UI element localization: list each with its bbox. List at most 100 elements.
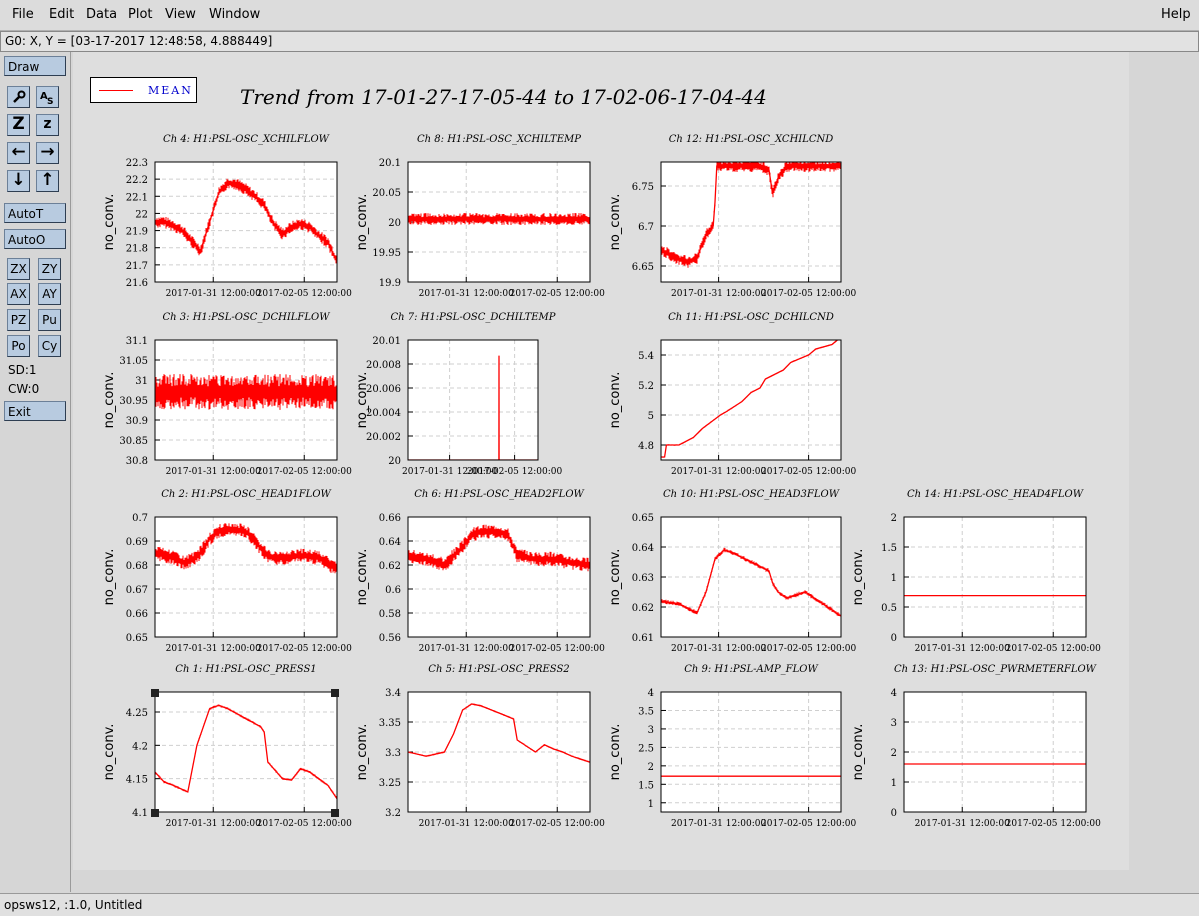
y-tick-label: 30.9 bbox=[126, 416, 148, 427]
y-tick-label: 6.7 bbox=[638, 222, 654, 233]
y-tick-label: 19.9 bbox=[379, 278, 401, 289]
y-axis-label: no_conv. bbox=[102, 372, 117, 429]
y-tick-label: 30.8 bbox=[126, 456, 148, 467]
y-tick-label: 20.1 bbox=[379, 158, 401, 169]
x-tick-label: 2017-01-31 12:00:00 bbox=[166, 819, 261, 829]
y-axis-label: no_conv. bbox=[355, 549, 370, 606]
x-tick-label: 2017-01-31 12:00:00 bbox=[166, 289, 261, 299]
y-tick-label: 3.2 bbox=[385, 808, 401, 819]
y-tick-label: 21.7 bbox=[126, 261, 148, 272]
x-tick-label: 2017-01-31 12:00:00 bbox=[915, 644, 1010, 654]
y-tick-label: 4.15 bbox=[126, 775, 148, 786]
y-tick-label: 6.65 bbox=[632, 262, 654, 273]
y-tick-label: 0.5 bbox=[881, 603, 897, 614]
y-axis-label: no_conv. bbox=[851, 549, 866, 606]
y-tick-label: 21.9 bbox=[126, 227, 148, 238]
chart-title: Ch 3: H1:PSL-OSC_DCHILFLOW bbox=[163, 312, 331, 323]
y-tick-label: 4 bbox=[648, 688, 654, 699]
x-tick-label: 2017-02-05 12:00:00 bbox=[761, 819, 856, 829]
x-tick-label: 2017-02-05 12:00:00 bbox=[510, 289, 605, 299]
y-tick-label: 0.6 bbox=[385, 585, 401, 596]
y-tick-label: 3.3 bbox=[385, 748, 401, 759]
y-tick-label: 4.1 bbox=[132, 808, 148, 819]
y-tick-label: 20.004 bbox=[366, 408, 401, 419]
x-tick-label: 2017-01-31 12:00:00 bbox=[671, 819, 766, 829]
plot-area bbox=[661, 517, 841, 637]
x-tick-label: 2017-02-05 12:00:00 bbox=[1006, 644, 1101, 654]
y-tick-label: 30.85 bbox=[119, 436, 148, 447]
y-tick-label: 0.62 bbox=[632, 603, 654, 614]
y-tick-label: 0 bbox=[891, 633, 897, 644]
x-tick-label: 2017-02-05 12:00:00 bbox=[761, 289, 856, 299]
y-tick-label: 1.5 bbox=[881, 543, 897, 554]
y-tick-label: 3.5 bbox=[638, 706, 654, 717]
y-tick-label: 0.61 bbox=[632, 633, 654, 644]
selection-handle[interactable] bbox=[151, 689, 159, 697]
y-tick-label: 3.25 bbox=[379, 778, 401, 789]
y-tick-label: 22.1 bbox=[126, 192, 148, 203]
chart-title: Ch 12: H1:PSL-OSC_XCHILCND bbox=[669, 134, 834, 145]
x-tick-label: 2017-01-31 12:00:00 bbox=[419, 819, 514, 829]
y-axis-label: no_conv. bbox=[608, 372, 623, 429]
selection-handle[interactable] bbox=[331, 689, 339, 697]
y-tick-label: 4 bbox=[891, 688, 897, 699]
y-tick-label: 21.8 bbox=[126, 244, 148, 255]
y-tick-label: 0.65 bbox=[126, 633, 148, 644]
x-tick-label: 2017-01-31 12:00:00 bbox=[419, 289, 514, 299]
y-tick-label: 2 bbox=[891, 513, 897, 524]
y-tick-label: 0.64 bbox=[632, 543, 654, 554]
x-tick-label: 2017-02-05 12:00:00 bbox=[257, 644, 352, 654]
y-tick-label: 22.2 bbox=[126, 175, 148, 186]
x-tick-label: 2017-01-31 12:00:00 bbox=[671, 467, 766, 477]
y-tick-label: 4.8 bbox=[638, 441, 654, 452]
selection-handle[interactable] bbox=[331, 809, 339, 817]
y-tick-label: 22 bbox=[135, 209, 148, 220]
y-tick-label: 20 bbox=[388, 218, 401, 229]
y-tick-label: 0.66 bbox=[379, 513, 401, 524]
plot-area bbox=[155, 162, 337, 282]
chart-panel: Ch 12: H1:PSL-OSC_XCHILCND 6.75 6.7 6.65 201… bbox=[608, 134, 856, 299]
y-tick-label: 3.4 bbox=[385, 688, 401, 699]
y-axis-label: no_conv. bbox=[102, 724, 117, 781]
chart-panel: Ch 7: H1:PSL-OSC_DCHILTEMP 20.01 20.008 20.… bbox=[355, 312, 562, 477]
y-tick-label: 0.65 bbox=[632, 513, 654, 524]
y-tick-label: 3.35 bbox=[379, 718, 401, 729]
y-axis-label: no_conv. bbox=[355, 194, 370, 251]
chart-title: Ch 1: H1:PSL-OSC_PRESS1 bbox=[175, 664, 316, 675]
chart-title: Ch 8: H1:PSL-OSC_XCHILTEMP bbox=[417, 134, 581, 145]
y-tick-label: 20.05 bbox=[372, 188, 401, 199]
x-tick-label: 2017-01-31 12:00:00 bbox=[915, 819, 1010, 829]
x-tick-label: 2017-02-05 12:00:00 bbox=[510, 819, 605, 829]
y-axis-label: no_conv. bbox=[608, 724, 623, 781]
y-tick-label: 20.008 bbox=[366, 360, 401, 371]
chart-panel: Ch 2: H1:PSL-OSC_HEAD1FLOW 0.7 0.69 0.68 0.6… bbox=[102, 489, 352, 654]
plot-area bbox=[155, 692, 337, 812]
x-tick-label: 2017-02-05 12:00:00 bbox=[761, 467, 856, 477]
chart-title: Ch 13: H1:PSL-OSC_PWRMETERFLOW bbox=[894, 664, 1097, 675]
y-tick-label: 20.01 bbox=[372, 336, 401, 347]
y-tick-label: 20 bbox=[388, 456, 401, 467]
y-tick-label: 1 bbox=[891, 573, 897, 584]
x-tick-label: 2017-02-05 12:00:00 bbox=[510, 644, 605, 654]
chart-title: Ch 14: H1:PSL-OSC_HEAD4FLOW bbox=[907, 489, 1084, 500]
y-axis-label: no_conv. bbox=[355, 724, 370, 781]
y-axis-label: no_conv. bbox=[355, 372, 370, 429]
x-tick-label: 2017-01-31 12:00:00 bbox=[671, 644, 766, 654]
y-tick-label: 1.5 bbox=[638, 780, 654, 791]
selection-handle[interactable] bbox=[151, 809, 159, 817]
y-tick-label: 0.64 bbox=[379, 537, 401, 548]
chart-title: Ch 4: H1:PSL-OSC_XCHILFLOW bbox=[163, 134, 330, 145]
chart-title: Ch 6: H1:PSL-OSC_HEAD2FLOW bbox=[414, 489, 584, 500]
y-tick-label: 31.1 bbox=[126, 336, 148, 347]
y-tick-label: 5.2 bbox=[638, 381, 654, 392]
plot-area bbox=[661, 340, 841, 460]
chart-title: Ch 5: H1:PSL-OSC_PRESS2 bbox=[428, 664, 569, 675]
x-tick-label: 2017-02-05 12:00:00 bbox=[257, 467, 352, 477]
y-tick-label: 30.95 bbox=[119, 396, 148, 407]
y-tick-label: 0.63 bbox=[632, 573, 654, 584]
chart-panel: Ch 13: H1:PSL-OSC_PWRMETERFLOW 4 3 2 1 0 2017-… bbox=[851, 664, 1101, 829]
x-tick-label: 2017-01-31 12:00:00 bbox=[671, 289, 766, 299]
status-text: opsws12, :1.0, Untitled bbox=[4, 898, 143, 912]
y-tick-label: 4.2 bbox=[132, 741, 148, 752]
chart-title: Ch 7: H1:PSL-OSC_DCHILTEMP bbox=[390, 312, 555, 323]
